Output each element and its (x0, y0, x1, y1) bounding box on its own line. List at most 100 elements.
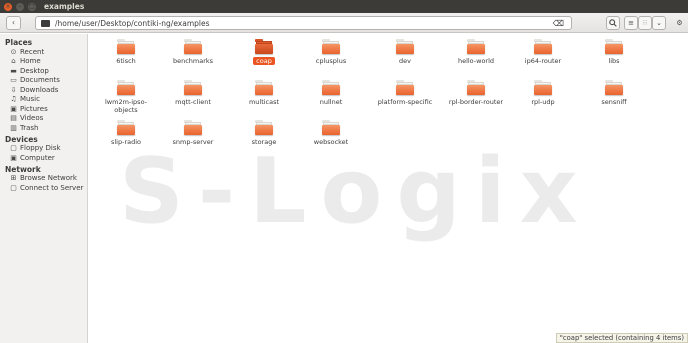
close-window-button[interactable]: × (4, 2, 12, 11)
folder-item[interactable]: coap (227, 39, 301, 65)
sidebar-item-documents[interactable]: ▭ Documents (0, 76, 87, 86)
folder-icon (605, 39, 623, 54)
folder-icon (255, 120, 273, 135)
folder-label: lwm2m-ipso-objects (104, 98, 148, 114)
sidebar-header-places: Places (5, 38, 33, 47)
sidebar-item-label: Home (20, 57, 41, 66)
folder-icon (255, 39, 273, 54)
sidebar-item-label: Computer (20, 153, 55, 162)
folder-label: nullnet (319, 98, 343, 106)
folder-label: mqtt-client (175, 98, 211, 106)
folder-item[interactable]: lwm2m-ipso-objects (89, 80, 163, 114)
folder-icon (396, 80, 414, 95)
folder-icon (184, 39, 202, 54)
sidebar-item-music[interactable]: ♫ Music (0, 95, 87, 105)
folder-item[interactable]: websocket (294, 120, 368, 146)
folder-item[interactable]: mqtt-client (156, 80, 230, 106)
gear-icon: ⚙ (676, 19, 683, 27)
folder-label: hello-world (457, 57, 495, 65)
erase-icon[interactable]: ⌫ (553, 19, 564, 28)
folder-label: 6tisch (116, 57, 136, 65)
search-icon (609, 19, 617, 27)
folder-item[interactable]: rpl-udp (506, 80, 580, 106)
floppy-disk-icon: ▢ (10, 144, 17, 153)
sidebar-item-label: Videos (20, 114, 44, 123)
folder-item[interactable]: slip-radio (89, 120, 163, 146)
sidebar-item-label: Pictures (20, 104, 48, 113)
sidebar-item-connect-to-server[interactable]: ▢ Connect to Server (0, 183, 87, 193)
list-view-button[interactable]: ≡ (624, 16, 638, 30)
computer-icon: ▣ (10, 153, 17, 162)
grid-view-button[interactable]: ⁝⁝ (638, 16, 652, 30)
folder-label: coap (253, 57, 275, 65)
file-view[interactable]: S-Logix 6tisch benchmarks coap cplusplus dev… (89, 34, 688, 343)
chevron-down-icon: ⌄ (656, 19, 662, 27)
folder-item[interactable]: ip64-router (506, 39, 580, 65)
folder-label: cplusplus (315, 57, 347, 65)
network-icon: ⊞ (10, 174, 17, 183)
chevron-left-icon: ‹ (11, 18, 16, 27)
folder-item[interactable]: benchmarks (156, 39, 230, 65)
folder-label: platform-specific (377, 98, 433, 106)
sidebar-item-label: Connect to Server (20, 183, 84, 192)
location-bar[interactable]: /home/user/Desktop/contiki-ng/examples ⌫ (35, 16, 572, 30)
sidebar-item-floppy-disk[interactable]: ▢ Floppy Disk (0, 144, 87, 154)
location-path: /home/user/Desktop/contiki-ng/examples (55, 18, 210, 28)
toolbar: ‹ /home/user/Desktop/contiki-ng/examples… (0, 13, 688, 33)
folder-item[interactable]: platform-specific (368, 80, 442, 106)
folder-icon (117, 120, 135, 135)
back-button[interactable]: ‹ (7, 17, 20, 29)
folder-item[interactable]: libs (577, 39, 651, 65)
home-icon: ⌂ (11, 57, 16, 66)
folder-icon (467, 80, 485, 95)
folder-item[interactable]: hello-world (439, 39, 513, 65)
watermark: S-Logix (119, 139, 592, 244)
folder-icon (117, 39, 135, 54)
pictures-icon: ▣ (10, 104, 17, 113)
sidebar-item-label: Browse Network (20, 174, 77, 183)
sidebar-item-pictures[interactable]: ▣ Pictures (0, 104, 87, 114)
grid-icon: ⁝⁝ (642, 19, 648, 27)
maximize-window-button[interactable]: □ (28, 2, 36, 11)
folder-item[interactable]: sensniff (577, 80, 651, 106)
folder-item[interactable]: dev (368, 39, 442, 65)
folder-label: storage (251, 138, 277, 146)
folder-item[interactable]: multicast (227, 80, 301, 106)
folder-label: rpl-border-router (448, 98, 504, 106)
folder-item[interactable]: rpl-border-router (439, 80, 513, 106)
folder-icon (255, 80, 273, 95)
sidebar-item-recent[interactable]: ⊙ Recent (0, 47, 87, 57)
folder-icon (534, 39, 552, 54)
folder-label: slip-radio (110, 138, 142, 146)
sidebar-header-network: Network (5, 164, 41, 174)
view-options-button[interactable]: ⌄ (652, 16, 666, 30)
folder-label: ip64-router (524, 57, 562, 65)
sidebar-item-browse-network[interactable]: ⊞ Browse Network (0, 174, 87, 184)
folder-item[interactable]: storage (227, 120, 301, 146)
minimize-window-button[interactable]: – (16, 2, 24, 11)
sidebar-item-computer[interactable]: ▣ Computer (0, 153, 87, 163)
title-bar: × – □ examples (0, 0, 688, 13)
sidebar-item-label: Downloads (20, 85, 59, 94)
sidebar: Places ⊙ Recent ⌂ Home ▬ Desktop ▭ Documents… (0, 34, 88, 343)
sidebar-item-downloads[interactable]: ⇩ Downloads (0, 85, 87, 95)
folder-item[interactable]: snmp-server (156, 120, 230, 146)
search-button[interactable] (606, 16, 620, 30)
folder-item[interactable]: 6tisch (89, 39, 163, 65)
sidebar-item-home[interactable]: ⌂ Home (0, 57, 87, 67)
sidebar-item-label: Trash (20, 123, 39, 132)
sidebar-item-label: Floppy Disk (20, 144, 61, 153)
folder-icon (467, 39, 485, 54)
sidebar-item-desktop[interactable]: ▬ Desktop (0, 66, 87, 76)
sidebar-item-videos[interactable]: ▤ Videos (0, 114, 87, 124)
folder-icon (41, 19, 50, 27)
folder-item[interactable]: cplusplus (294, 39, 368, 65)
nav-buttons: ‹ (6, 15, 21, 30)
folder-icon (117, 80, 135, 95)
folder-icon (322, 39, 340, 54)
folder-icon (534, 80, 552, 95)
server-icon: ▢ (10, 183, 17, 192)
folder-item[interactable]: nullnet (294, 80, 368, 106)
sidebar-item-trash[interactable]: ▥ Trash (0, 123, 87, 133)
settings-button[interactable]: ⚙ (673, 16, 686, 30)
